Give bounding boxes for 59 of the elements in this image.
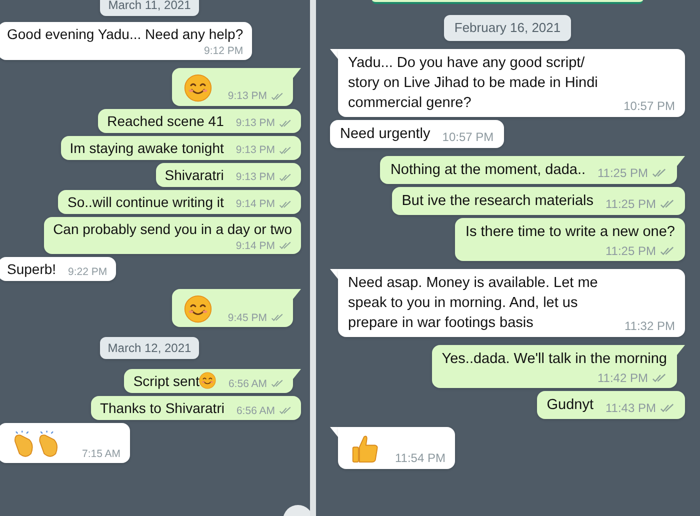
message-time: 11:54 PM bbox=[395, 452, 446, 464]
double-check-icon bbox=[279, 406, 292, 416]
thumbs-up-icon bbox=[351, 434, 379, 464]
smiley-icon bbox=[199, 372, 216, 389]
message-text: Is there time to write a new one? bbox=[465, 222, 675, 242]
message-text: Nothing at the moment, dada.. bbox=[390, 160, 586, 180]
message-time: 9:22 PM bbox=[68, 266, 108, 277]
message-text: Yes..dada. We'll talk in the morning bbox=[442, 350, 667, 368]
smiley-icon bbox=[184, 74, 212, 102]
double-check-icon bbox=[660, 198, 675, 208]
message-text: Script sent bbox=[133, 372, 216, 390]
message-time: 11:42 PM bbox=[598, 372, 648, 384]
message-time: 9:12 PM bbox=[204, 46, 244, 56]
message-time: 6:56 AM bbox=[236, 406, 275, 416]
message-text: Superb! bbox=[7, 260, 56, 278]
message-text: Need urgently bbox=[340, 124, 430, 144]
message-text: Reached scene 41 bbox=[107, 112, 224, 130]
message-text: Thanks to Shivaratri bbox=[100, 399, 224, 417]
double-check-icon bbox=[271, 92, 284, 101]
message-time: 9:13 PM bbox=[228, 91, 267, 102]
double-check-icon bbox=[271, 313, 284, 322]
double-check-icon bbox=[279, 146, 292, 155]
date-chip: February 16, 2021 bbox=[444, 15, 571, 40]
message-time: 9:14 PM bbox=[236, 199, 275, 210]
message-text: Yadu... Do you have any good script/ story on Live Jihad to be made in Hindi commercial genre? bbox=[348, 54, 599, 112]
message-time: 11:25 PM bbox=[598, 166, 648, 178]
date-chip: March 11, 2021 bbox=[100, 0, 199, 16]
message-text: But ive the research materials bbox=[402, 192, 594, 210]
message-time: 9:13 PM bbox=[236, 145, 275, 156]
message-text: Need asap. Money is available. Let me speak to you in morning. And, let us prepare in war footings basis bbox=[348, 274, 599, 332]
message-time: 9:13 PM bbox=[236, 172, 275, 182]
double-check-icon bbox=[279, 200, 292, 209]
message-time: 11:43 PM bbox=[606, 402, 656, 414]
message-text: So..will continue writing it bbox=[67, 192, 224, 210]
message-time: 9:14 PM bbox=[236, 240, 275, 251]
message-text: Good evening Yadu... Need any help? bbox=[7, 25, 244, 43]
message-text: Im staying awake tonight bbox=[70, 138, 224, 156]
double-check-icon bbox=[652, 168, 667, 178]
message-time: 9:13 PM bbox=[236, 118, 275, 128]
double-check-icon bbox=[660, 402, 675, 412]
message-time: 11:32 PM bbox=[624, 320, 675, 332]
message-time: 11:25 PM bbox=[606, 198, 656, 210]
message-time: 10:57 PM bbox=[442, 130, 494, 142]
smiley-icon bbox=[184, 295, 212, 323]
date-chip: March 12, 2021 bbox=[100, 337, 200, 359]
double-check-icon bbox=[279, 241, 292, 250]
double-check-icon bbox=[271, 379, 284, 388]
double-check-icon bbox=[652, 372, 667, 382]
double-check-icon bbox=[279, 118, 292, 128]
message-text: Can probably send you in a day or two bbox=[53, 220, 292, 238]
message-time: 6:56 AM bbox=[228, 378, 267, 389]
message-time: 9:45 PM bbox=[228, 312, 267, 323]
double-check-icon bbox=[660, 246, 675, 256]
message-time: 10:57 PM bbox=[624, 100, 675, 112]
message-text: Shivaratri bbox=[164, 166, 224, 184]
message-time: 7:15 AM bbox=[82, 448, 121, 459]
message-text: Gudnyt bbox=[546, 396, 594, 414]
double-check-icon bbox=[279, 172, 292, 182]
message-time: 11:25 PM bbox=[606, 244, 656, 256]
